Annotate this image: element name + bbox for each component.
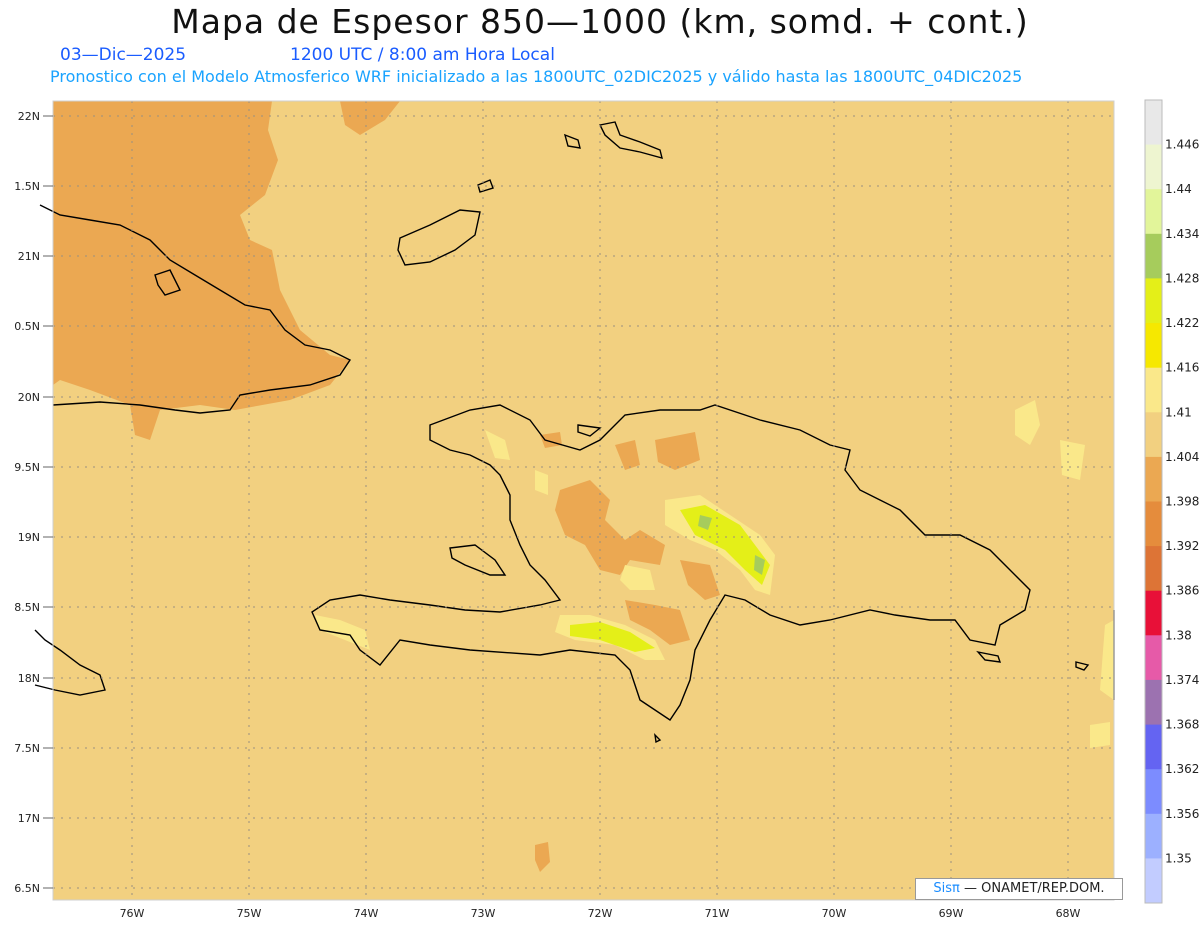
lon-label: 74W bbox=[354, 907, 379, 920]
lon-axis: 76W 75W 74W 73W 72W 71W 70W 69W 68W bbox=[120, 907, 1081, 920]
lat-axis: 22N 1.5N 21N 0.5N 20N 9.5N 19N 8.5N 18N … bbox=[14, 110, 40, 895]
lat-ticks bbox=[43, 115, 53, 889]
lat-label: 17N bbox=[18, 812, 40, 825]
lon-label: 72W bbox=[588, 907, 613, 920]
lon-label: 73W bbox=[471, 907, 496, 920]
colorbar-swatch bbox=[1145, 367, 1162, 413]
colorbar-swatch bbox=[1145, 635, 1162, 681]
colorbar-swatch bbox=[1145, 456, 1162, 502]
colorbar-swatch bbox=[1145, 100, 1162, 146]
colorbar-label: 1.362 bbox=[1165, 762, 1199, 776]
colorbar-swatch bbox=[1145, 813, 1162, 859]
colorbar-label: 1.416 bbox=[1165, 361, 1199, 375]
colorbar-swatch bbox=[1145, 769, 1162, 815]
lat-label: 18N bbox=[18, 672, 40, 685]
lat-label: 19N bbox=[18, 531, 40, 544]
colorbar-label: 1.374 bbox=[1165, 673, 1199, 687]
lon-label: 69W bbox=[939, 907, 964, 920]
colorbar-swatch bbox=[1145, 144, 1162, 190]
lat-label: 7.5N bbox=[14, 742, 40, 755]
lat-label: 1.5N bbox=[14, 180, 40, 193]
thickness-map: 22N 1.5N 21N 0.5N 20N 9.5N 19N 8.5N 18N … bbox=[14, 99, 1199, 920]
lon-label: 75W bbox=[237, 907, 262, 920]
colorbar-swatch bbox=[1145, 233, 1162, 279]
colorbar-label: 1.35 bbox=[1165, 851, 1192, 865]
colorbar-label: 1.404 bbox=[1165, 450, 1199, 464]
colorbar-swatch bbox=[1145, 590, 1162, 636]
colorbar-label: 1.398 bbox=[1165, 495, 1199, 509]
lat-label: 9.5N bbox=[14, 461, 40, 474]
colorbar-label: 1.434 bbox=[1165, 227, 1199, 241]
credit-text: — ONAMET/REP.DOM. bbox=[964, 881, 1105, 896]
colorbar-swatch bbox=[1145, 724, 1162, 770]
colorbar-swatch bbox=[1145, 323, 1162, 369]
credit-box: Sisπ — ONAMET/REP.DOM. bbox=[915, 878, 1123, 900]
colorbar-label: 1.41 bbox=[1165, 405, 1192, 419]
lat-label: 21N bbox=[18, 250, 40, 263]
colorbar-label: 1.422 bbox=[1165, 316, 1199, 330]
lat-label: 8.5N bbox=[14, 601, 40, 614]
colorbar-label: 1.446 bbox=[1165, 138, 1199, 152]
colorbar-label: 1.368 bbox=[1165, 718, 1199, 732]
lon-label: 68W bbox=[1056, 907, 1081, 920]
colorbar-label: 1.38 bbox=[1165, 628, 1192, 642]
lon-label: 70W bbox=[822, 907, 847, 920]
lat-label: 6.5N bbox=[14, 882, 40, 895]
lon-label: 71W bbox=[705, 907, 730, 920]
colorbar-swatch bbox=[1145, 858, 1162, 904]
lat-label: 20N bbox=[18, 391, 40, 404]
colorbar-swatch bbox=[1145, 278, 1162, 324]
colorbar-label: 1.428 bbox=[1165, 271, 1199, 285]
colorbar-swatch bbox=[1145, 189, 1162, 235]
colorbar-label: 1.44 bbox=[1165, 182, 1192, 196]
lat-label: 22N bbox=[18, 110, 40, 123]
lon-label: 76W bbox=[120, 907, 145, 920]
colorbar-swatch bbox=[1145, 679, 1162, 725]
colorbar-label: 1.392 bbox=[1165, 539, 1199, 553]
colorbar: 1.446 1.44 1.434 1.428 1.422 1.416 1.41 1.404 1.… bbox=[1144, 99, 1199, 904]
colorbar-swatch bbox=[1145, 501, 1162, 547]
colorbar-label: 1.356 bbox=[1165, 807, 1199, 821]
lat-label: 0.5N bbox=[14, 320, 40, 333]
colorbar-swatch bbox=[1145, 546, 1162, 592]
colorbar-label: 1.386 bbox=[1165, 584, 1199, 598]
colorbar-swatch bbox=[1145, 412, 1162, 458]
sispi-logo: Sisπ bbox=[933, 881, 960, 896]
